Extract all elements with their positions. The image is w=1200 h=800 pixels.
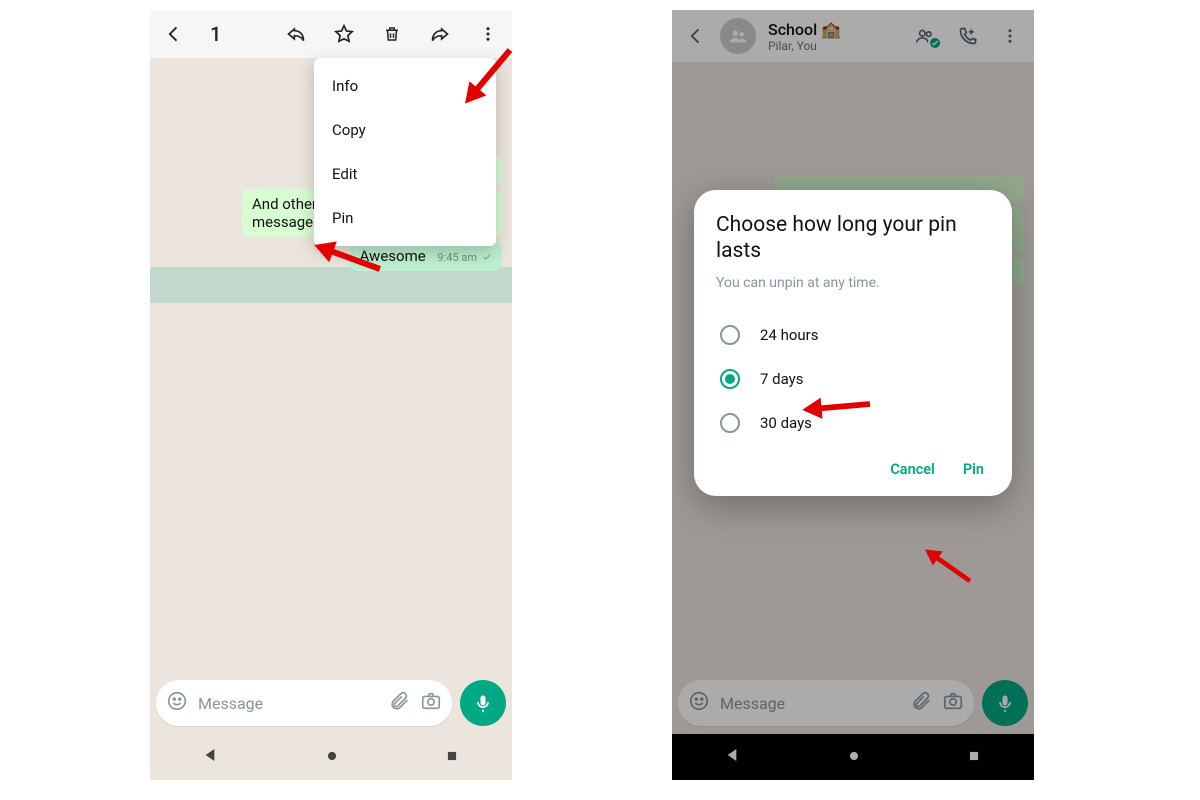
- emoji-icon[interactable]: [166, 690, 188, 716]
- left-screenshot: 1 🔒 Messages and calls are end-to-end en…: [150, 10, 512, 780]
- radio-icon: [720, 413, 740, 433]
- attach-icon[interactable]: [388, 690, 410, 716]
- right-screenshot: School 🏫 Pilar, You Today 🔒 Messages and…: [672, 10, 1034, 780]
- android-navbar: [150, 734, 512, 780]
- menu-item-pin[interactable]: Pin: [314, 196, 496, 240]
- reply-icon[interactable]: [278, 16, 314, 52]
- menu-item-edit[interactable]: Edit: [314, 152, 496, 196]
- message-input[interactable]: Message: [156, 680, 452, 726]
- radio-label: 7 days: [760, 370, 804, 388]
- star-icon[interactable]: [326, 16, 362, 52]
- radio-option-30d[interactable]: 30 days: [716, 401, 990, 445]
- radio-label: 24 hours: [760, 326, 819, 344]
- menu-item-copy[interactable]: Copy: [314, 108, 496, 152]
- radio-icon-selected: [720, 369, 740, 389]
- radio-option-24h[interactable]: 24 hours: [716, 313, 990, 357]
- selection-highlight: [150, 267, 512, 303]
- pin-duration-dialog: Choose how long your pin lasts You can u…: [694, 190, 1012, 496]
- selection-topbar: 1: [150, 10, 512, 58]
- pin-button[interactable]: Pin: [963, 461, 984, 478]
- dialog-title: Choose how long your pin lasts: [716, 212, 990, 265]
- mic-button[interactable]: [460, 680, 506, 726]
- back-icon[interactable]: [156, 16, 192, 52]
- composer: Message: [156, 680, 506, 726]
- camera-icon[interactable]: [420, 690, 442, 716]
- nav-home-icon[interactable]: [325, 748, 339, 767]
- radio-icon: [720, 325, 740, 345]
- message-placeholder: Message: [198, 694, 378, 713]
- overflow-menu: Info Copy Edit Pin: [314, 58, 496, 246]
- trash-icon[interactable]: [374, 16, 410, 52]
- message-time: 9:45 am: [437, 251, 477, 264]
- message-text: Awesome: [360, 247, 426, 265]
- radio-option-7d[interactable]: 7 days: [716, 357, 990, 401]
- more-icon[interactable]: [470, 16, 506, 52]
- nav-back-icon[interactable]: [203, 747, 219, 767]
- radio-label: 30 days: [760, 414, 812, 432]
- cancel-button[interactable]: Cancel: [890, 461, 935, 478]
- menu-item-info[interactable]: Info: [314, 64, 496, 108]
- forward-icon[interactable]: [422, 16, 458, 52]
- dialog-subtitle: You can unpin at any time.: [716, 275, 990, 291]
- selection-count: 1: [210, 22, 221, 46]
- nav-recent-icon[interactable]: [445, 748, 459, 767]
